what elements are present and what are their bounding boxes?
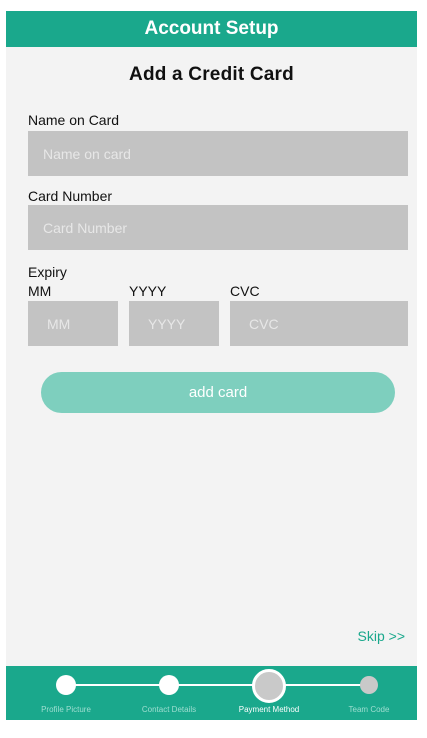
step-current-dot-icon xyxy=(252,669,286,703)
step-label: Team Code xyxy=(348,705,390,714)
expiry-label: Expiry xyxy=(28,264,67,280)
account-setup-screen: Account Setup Add a Credit Card Name on … xyxy=(6,11,417,720)
step-payment-method[interactable]: Payment Method xyxy=(219,666,319,720)
app-header: Account Setup xyxy=(6,11,417,47)
add-card-button[interactable]: add card xyxy=(41,372,395,413)
card-number-label: Card Number xyxy=(28,188,113,204)
setup-progress-bar: Profile Picture Contact Details Payment … xyxy=(6,666,417,720)
year-label: YYYY xyxy=(129,283,167,299)
skip-link[interactable]: Skip >> xyxy=(358,628,405,644)
month-label: MM xyxy=(28,283,52,299)
expiry-year-field[interactable] xyxy=(129,301,219,346)
step-done-dot-icon xyxy=(159,675,179,695)
add-card-button-label: add card xyxy=(188,384,248,401)
step-contact-details[interactable]: Contact Details xyxy=(119,666,219,720)
expiry-month-field[interactable] xyxy=(28,301,118,346)
step-label: Payment Method xyxy=(238,705,300,714)
step-upcoming-dot-icon xyxy=(360,676,378,694)
step-profile-picture[interactable]: Profile Picture xyxy=(16,666,116,720)
step-label: Contact Details xyxy=(141,705,197,714)
step-label: Profile Picture xyxy=(41,705,91,714)
cvc-field[interactable] xyxy=(230,301,408,346)
page-title: Add a Credit Card xyxy=(129,64,294,85)
step-done-dot-icon xyxy=(56,675,76,695)
header-title: Account Setup xyxy=(144,18,279,39)
card-number-field[interactable] xyxy=(28,205,408,250)
step-team-code[interactable]: Team Code xyxy=(319,666,417,720)
cvc-label: CVC xyxy=(230,283,260,299)
name-on-card-field[interactable] xyxy=(28,131,408,176)
name-on-card-label: Name on Card xyxy=(28,112,120,128)
